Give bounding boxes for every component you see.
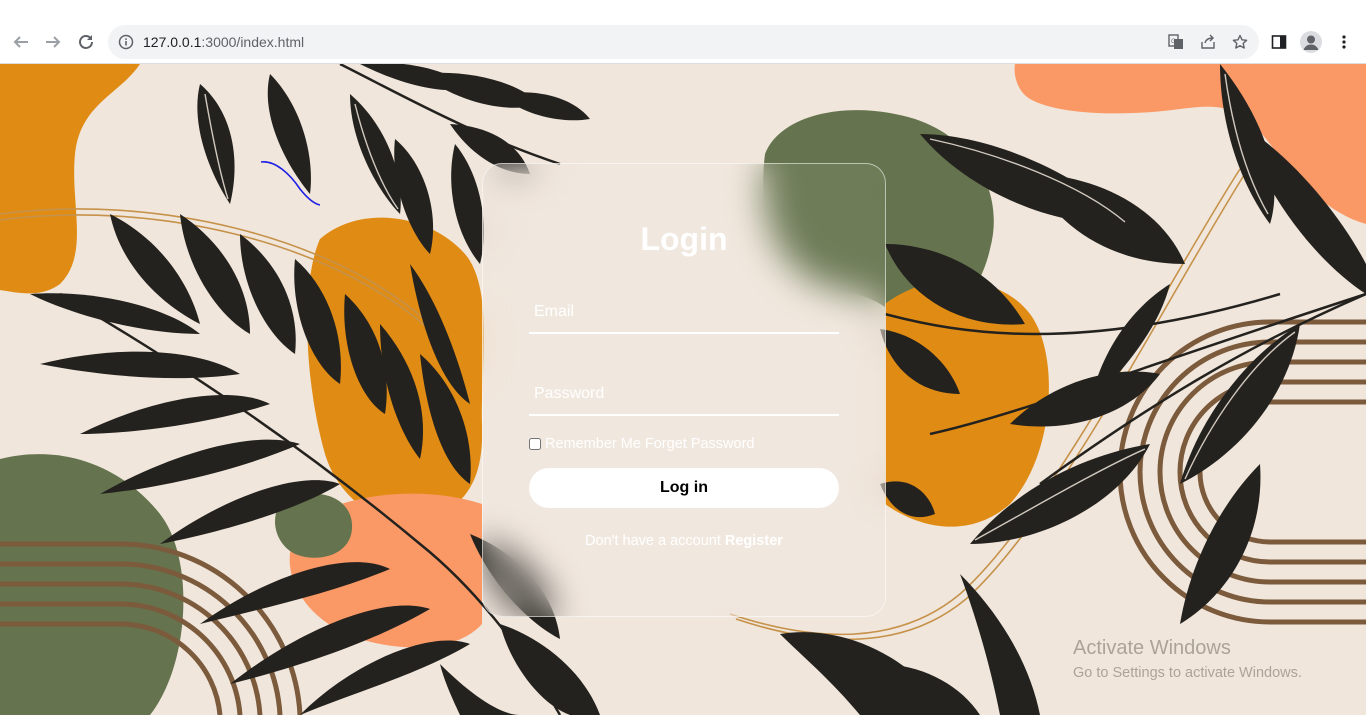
forward-button[interactable]: [42, 31, 64, 53]
page-viewport: Login Remember Me Forget Password Log in…: [0, 64, 1366, 715]
forward-icon: [46, 36, 61, 48]
profile-icon: [1300, 31, 1322, 53]
mustard-blob-top-left: [0, 64, 140, 294]
menu-icon: [1342, 35, 1346, 49]
share-button[interactable]: [1199, 33, 1217, 51]
side-panel-icon: [1271, 35, 1287, 49]
side-panel-button[interactable]: [1268, 31, 1290, 53]
register-line: Don't have a account Register: [483, 533, 885, 549]
back-icon: [13, 36, 28, 48]
address-bar[interactable]: 127.0.0.1:3000/index.html G: [108, 25, 1259, 59]
forgot-password-link[interactable]: Forget Password: [645, 436, 755, 452]
reload-icon: [79, 35, 93, 49]
url-path: :3000/index.html: [201, 34, 305, 50]
site-info-icon[interactable]: [118, 34, 134, 50]
share-icon: [1201, 34, 1215, 49]
translate-icon: G: [1168, 34, 1183, 49]
login-button[interactable]: Log in: [529, 468, 839, 508]
watermark-subtitle: Go to Settings to activate Windows.: [1073, 665, 1302, 681]
register-prompt: Don't have a account: [585, 533, 721, 549]
email-field[interactable]: [529, 292, 839, 332]
svg-text:G: G: [1171, 39, 1176, 45]
email-field-wrapper: [529, 292, 839, 334]
bookmark-button[interactable]: [1231, 33, 1249, 51]
login-title: Login: [640, 221, 728, 257]
remember-me-checkbox[interactable]: [529, 438, 541, 450]
translate-button[interactable]: G: [1167, 33, 1185, 51]
remember-row: Remember Me Forget Password: [529, 436, 755, 452]
reload-button[interactable]: [75, 31, 97, 53]
password-field[interactable]: [529, 374, 839, 414]
browser-toolbar: 127.0.0.1:3000/index.html G: [0, 0, 1366, 64]
password-field-wrapper: [529, 374, 839, 416]
url-text[interactable]: 127.0.0.1:3000/index.html: [143, 34, 304, 50]
register-link[interactable]: Register: [725, 533, 783, 549]
activate-windows-watermark: Activate Windows Go to Settings to activ…: [1073, 637, 1302, 681]
watermark-title: Activate Windows: [1073, 637, 1231, 659]
url-host: 127.0.0.1: [143, 34, 202, 50]
profile-button[interactable]: [1300, 31, 1322, 53]
login-card: Login Remember Me Forget Password Log in…: [482, 163, 886, 617]
bookmark-star-icon: [1232, 34, 1248, 49]
back-button[interactable]: [10, 31, 32, 53]
menu-button[interactable]: [1333, 31, 1355, 53]
remember-me-label[interactable]: Remember Me: [545, 436, 641, 452]
